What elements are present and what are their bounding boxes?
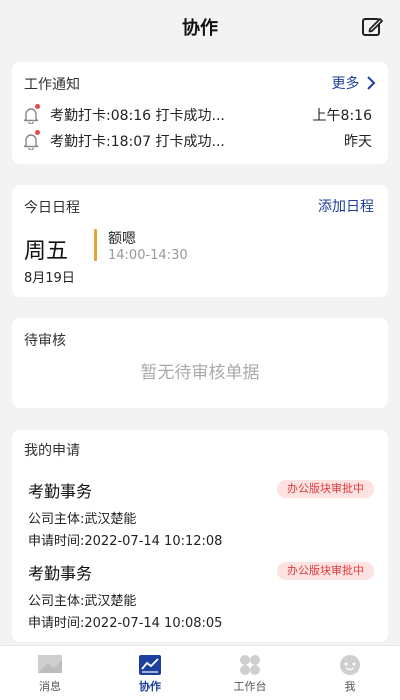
status-badge: 办公版块审批中 <box>277 562 374 580</box>
application-item[interactable]: 考勤事务 办公版块审批中 公司主体:武汉楚能 申请时间:2022-07-14 1… <box>12 478 388 558</box>
unread-dot <box>35 104 40 109</box>
notice-more-link[interactable]: 更多 <box>332 73 376 93</box>
nav-label: 协作 <box>139 680 161 693</box>
application-company: 公司主体:武汉楚能 <box>28 512 137 527</box>
application-item[interactable]: 考勤事务 办公版块审批中 公司主体:武汉楚能 申请时间:2022-07-14 1… <box>12 560 388 640</box>
profile-icon <box>340 655 360 675</box>
weekday: 周五 <box>24 239 69 264</box>
workbench-icon <box>240 655 260 675</box>
edit-button[interactable] <box>360 15 384 39</box>
notice-item[interactable]: 考勤打卡:18:07 打卡成功... 昨天 <box>22 130 376 154</box>
event-name[interactable]: 额嗯 <box>108 228 136 248</box>
add-schedule-link[interactable]: 添加日程 <box>318 196 374 216</box>
more-label: 更多 <box>331 76 360 92</box>
schedule-date: 8月19日 <box>24 271 75 286</box>
notice-time: 上午8:16 <box>312 108 372 124</box>
event-marker <box>94 229 97 261</box>
application-time: 申请时间:2022-07-14 10:12:08 <box>28 534 223 549</box>
pending-review-card: 待审核 暂无待审核单据 <box>12 318 388 408</box>
empty-state-text: 暂无待审核单据 <box>140 363 260 383</box>
top-bar: 协作 <box>0 0 400 56</box>
applications-title: 我的申请 <box>24 443 80 459</box>
bottom-nav: 消息 协作 工作台 我 <box>0 645 400 700</box>
message-icon <box>38 655 62 673</box>
schedule-title: 今日日程 <box>24 200 80 216</box>
chevron-right-icon <box>367 76 376 90</box>
application-time: 申请时间:2022-07-14 10:08:05 <box>28 616 223 631</box>
nav-item-workbench[interactable]: 工作台 <box>200 646 300 700</box>
notice-text: 考勤打卡:18:07 打卡成功... <box>50 134 225 150</box>
application-type: 考勤事务 <box>28 482 93 501</box>
nav-label: 我 <box>344 680 356 693</box>
work-notice-card: 工作通知 更多 考勤打卡:08:16 打卡成功... 上午8:16 考勤打卡:1… <box>12 62 388 164</box>
application-company: 公司主体:武汉楚能 <box>28 594 137 609</box>
notice-item[interactable]: 考勤打卡:08:16 打卡成功... 上午8:16 <box>22 104 376 128</box>
status-badge: 办公版块审批中 <box>277 480 374 498</box>
notice-time: 昨天 <box>344 134 372 150</box>
edit-icon <box>362 18 383 36</box>
collaboration-icon <box>139 655 161 675</box>
pending-title: 待审核 <box>24 333 66 349</box>
application-type: 考勤事务 <box>28 564 93 583</box>
notice-title: 工作通知 <box>24 77 80 93</box>
schedule-card: 今日日程 添加日程 周五 8月19日 额嗯 14:00-14:30 <box>12 185 388 297</box>
page-title: 协作 <box>182 18 218 39</box>
my-applications-card: 我的申请 考勤事务 办公版块审批中 公司主体:武汉楚能 申请时间:2022-07… <box>12 430 388 642</box>
nav-label: 工作台 <box>233 680 267 693</box>
unread-dot <box>35 130 40 135</box>
nav-label: 消息 <box>39 680 61 693</box>
notice-text: 考勤打卡:08:16 打卡成功... <box>50 108 225 124</box>
nav-item-collaboration[interactable]: 协作 <box>100 646 200 700</box>
event-time: 14:00-14:30 <box>108 248 188 263</box>
nav-item-messages[interactable]: 消息 <box>0 646 100 700</box>
nav-item-profile[interactable]: 我 <box>300 646 400 700</box>
